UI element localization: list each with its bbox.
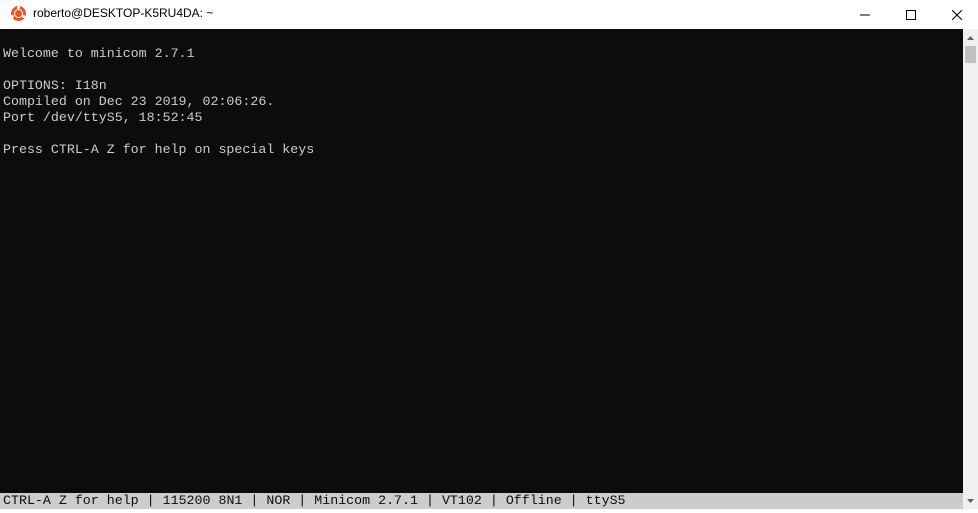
terminal-output[interactable]: Welcome to minicom 2.7.1 OPTIONS: I18n C…: [0, 29, 963, 493]
scroll-down-button[interactable]: [963, 492, 978, 509]
maximize-icon: [906, 9, 916, 20]
terminal-line-help-hint: Press CTRL-A Z for help on special keys: [3, 142, 315, 157]
status-separator: |: [481, 493, 506, 508]
scroll-up-arrow-icon: [967, 35, 974, 40]
minimize-icon: [860, 14, 870, 15]
terminal-line-port: Port /dev/ttyS5, 18:52:45: [3, 110, 203, 125]
scroll-down-arrow-icon: [967, 498, 974, 503]
ubuntu-icon: [11, 6, 26, 21]
status-separator: |: [561, 493, 586, 508]
title-bar[interactable]: roberto@DESKTOP-K5RU4DA: ~: [0, 0, 978, 29]
terminal-window: roberto@DESKTOP-K5RU4DA: ~ Welcome to mi…: [0, 0, 978, 513]
close-button[interactable]: [934, 0, 978, 29]
terminal-line-compiled: Compiled on Dec 23 2019, 02:06:26.: [3, 94, 275, 109]
status-separator: |: [242, 493, 267, 508]
close-icon: [952, 9, 962, 20]
minicom-status-bar: CTRL-A Z for help | 115200 8N1 | NOR | M…: [0, 493, 963, 509]
status-separator: |: [290, 493, 315, 508]
terminal-line-welcome: Welcome to minicom 2.7.1: [3, 46, 195, 61]
status-separator: |: [138, 493, 163, 508]
maximize-button[interactable]: [888, 0, 934, 29]
status-connection: Offline: [505, 493, 562, 508]
vertical-scrollbar[interactable]: [963, 29, 978, 509]
status-help: CTRL-A Z for help: [3, 493, 139, 508]
terminal-line-options: OPTIONS: I18n: [3, 78, 107, 93]
scroll-up-button[interactable]: [963, 29, 978, 46]
status-baud: 115200 8N1: [162, 493, 243, 508]
status-version: Minicom 2.7.1: [314, 493, 418, 508]
scroll-thumb[interactable]: [965, 46, 976, 63]
window-title: roberto@DESKTOP-K5RU4DA: ~: [33, 6, 214, 20]
status-separator: |: [418, 493, 442, 508]
background-window-edge: [0, 509, 978, 513]
status-terminal-type: VT102: [441, 493, 482, 508]
status-port: ttyS5: [585, 493, 626, 508]
minimize-button[interactable]: [842, 0, 888, 29]
status-mode: NOR: [266, 493, 291, 508]
